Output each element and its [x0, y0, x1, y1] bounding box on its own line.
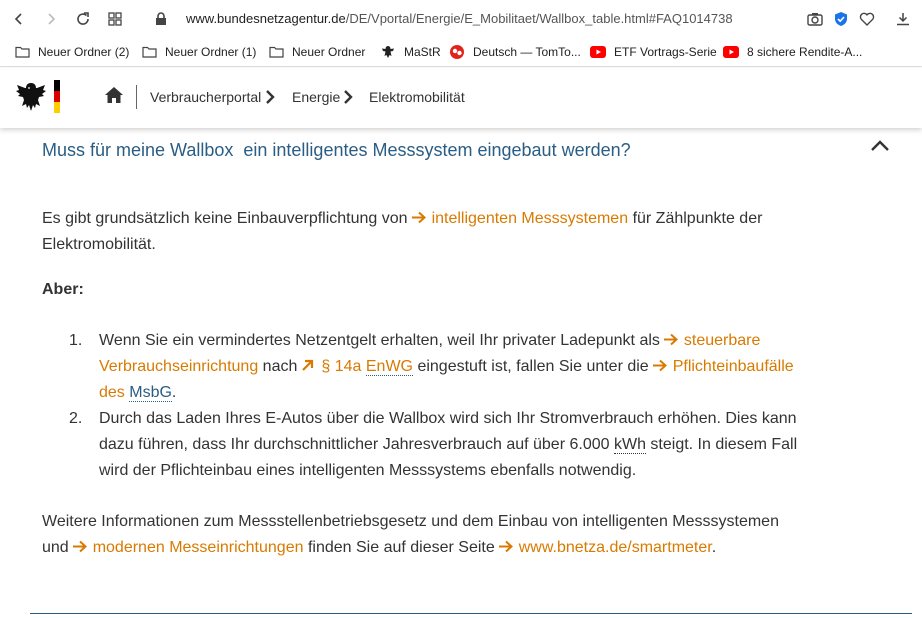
screenshot-button[interactable] — [804, 8, 826, 30]
link-paragraph-14a[interactable]: § 14a — [321, 358, 361, 375]
text: . — [711, 539, 717, 556]
bookmark-folder-1[interactable]: Neuer Ordner (1) — [141, 43, 256, 61]
camera-icon — [807, 13, 823, 26]
extension-button[interactable] — [830, 8, 852, 30]
text: steigt. In diesem Fall — [650, 436, 798, 453]
text: und — [42, 539, 69, 556]
text: Wenn Sie ein vermindertes Netzentgelt er… — [99, 332, 660, 349]
text: dazu führen, dass Ihr durchschnittlicher… — [99, 436, 610, 453]
reload-icon — [77, 12, 89, 25]
bookmark-label: ETF Vortrags-Serie — [614, 45, 717, 59]
bookmark-mastr[interactable]: MaStR — [380, 43, 441, 61]
folder-icon — [141, 44, 157, 60]
bookmark-label: Neuer Ordner (1) — [165, 45, 257, 59]
lock-icon — [156, 12, 166, 25]
obligation-list: 1. Wenn Sie ein vermindertes Netzentgelt… — [42, 328, 842, 484]
breadcrumb-elektromobilitaet: Elektromobilität — [369, 89, 465, 105]
link-moderne-messeinrichtungen[interactable]: modernen Messeinrichtungen — [93, 539, 304, 556]
aber-heading: Aber: — [42, 281, 84, 298]
bookmark-label: Deutsch — TomTo... — [473, 45, 581, 59]
tomtom-icon — [449, 44, 465, 60]
folder-icon — [268, 44, 284, 60]
bookmark-label: Neuer Ordner — [292, 45, 366, 59]
forward-button[interactable] — [40, 8, 62, 30]
bookmark-label: MaStR — [404, 45, 441, 59]
link-steuerbare-verbrauchseinrichtung[interactable]: steuerbare — [684, 332, 761, 349]
chevron-up-icon[interactable] — [870, 139, 890, 153]
faq-question-title[interactable]: Muss für meine Wallbox ein intelligentes… — [42, 140, 631, 161]
text: Elektromobilität. — [42, 236, 156, 253]
federal-eagle-icon[interactable] — [14, 80, 48, 114]
bookmark-folder-2[interactable]: Neuer Ordner (2) — [14, 43, 129, 61]
text: Es gibt grundsätzlich keine Einbauverpfl… — [42, 210, 408, 227]
list-number: 2. — [69, 410, 83, 427]
chevron-right-icon — [266, 90, 275, 104]
youtube-icon — [723, 44, 739, 60]
text: wird der Pflichteinbau eines intelligent… — [99, 462, 637, 479]
abbr-kwh: kWh — [613, 436, 646, 454]
grid-icon — [108, 12, 122, 26]
text: eingestuft ist, fallen Sie unter die — [417, 358, 649, 375]
favorite-button[interactable] — [856, 8, 878, 30]
url-host: www.bundesnetzagentur.de — [186, 11, 346, 26]
list-item: 1. Wenn Sie ein vermindertes Netzentgelt… — [42, 328, 842, 406]
heart-icon — [859, 12, 875, 26]
forward-arrow-icon — [48, 13, 56, 25]
text: für Zählpunkte der — [632, 210, 763, 227]
text: finden Sie auf dieser Seite — [307, 539, 495, 556]
external-link-arrow-icon — [302, 359, 314, 371]
arrow-right-icon — [411, 211, 426, 224]
site-header: Verbraucherportal Energie Elektromobilit… — [0, 68, 922, 128]
bookmark-folder[interactable]: Neuer Ordner — [268, 43, 365, 61]
list-number: 1. — [69, 332, 83, 349]
folder-icon — [14, 44, 30, 60]
faq-paragraph-3: Weitere Informationen zum Messstellenbet… — [42, 509, 842, 561]
home-button[interactable] — [104, 86, 126, 106]
chevron-right-icon — [344, 90, 353, 104]
link-pflichteinbaufaelle[interactable]: des — [99, 384, 125, 401]
bookmark-etf[interactable]: ETF Vortrags-Serie — [590, 43, 717, 61]
arrow-right-icon — [72, 540, 87, 553]
link-enwg[interactable]: EnWG — [365, 358, 413, 376]
youtube-icon — [590, 44, 606, 60]
bookmark-rendite[interactable]: 8 sichere Rendite-A... — [723, 43, 862, 61]
breadcrumb-energie[interactable]: Energie — [292, 89, 340, 105]
arrow-right-icon — [663, 333, 678, 346]
site-lock[interactable] — [150, 8, 172, 30]
reload-button[interactable] — [72, 8, 94, 30]
tabs-button[interactable] — [104, 8, 126, 30]
link-msbg[interactable]: MsbG — [129, 384, 172, 402]
arrow-right-icon — [652, 359, 667, 372]
breadcrumb-divider — [136, 85, 137, 109]
bookmark-label: Neuer Ordner (2) — [38, 45, 130, 59]
eagle-icon — [380, 44, 396, 60]
link-bnetza-smartmeter[interactable]: www.bnetza.de/smartmeter — [519, 539, 712, 556]
text: Durch das Laden Ihres E-Autos über die W… — [99, 410, 797, 427]
back-button[interactable] — [8, 8, 30, 30]
text: . — [171, 384, 177, 401]
shield-check-icon — [835, 12, 847, 26]
faq-paragraph-1: Es gibt grundsätzlich keine Einbauverpfl… — [42, 206, 842, 258]
german-flag-icon — [54, 80, 60, 113]
download-icon — [897, 13, 909, 26]
home-icon — [105, 87, 123, 103]
bookmark-tomtom[interactable]: Deutsch — TomTo... — [449, 43, 581, 61]
breadcrumb-verbraucherportal[interactable]: Verbraucherportal — [150, 89, 261, 105]
bookmark-label: 8 sichere Rendite-A... — [747, 45, 863, 59]
arrow-right-icon — [498, 540, 513, 553]
browser-toolbar: www.bundesnetzagentur.de/DE/Vportal/Ener… — [0, 0, 922, 37]
address-bar[interactable]: www.bundesnetzagentur.de/DE/Vportal/Ener… — [186, 11, 733, 26]
url-path: /DE/Vportal/Energie/E_Mobilitaet/Wallbox… — [345, 11, 733, 26]
text: Weitere Informationen zum Messstellenbet… — [42, 513, 779, 530]
link-steuerbare-verbrauchseinrichtung[interactable]: Verbrauchseinrichtung — [99, 358, 258, 375]
link-intelligente-messsysteme[interactable]: intelligenten Messsystemen — [432, 210, 629, 227]
section-divider — [30, 613, 912, 614]
back-arrow-icon — [14, 13, 22, 25]
text: nach — [262, 358, 298, 375]
link-pflichteinbaufaelle[interactable]: Pflichteinbaufälle — [673, 358, 794, 375]
bookmarks-bar: Neuer Ordner (2) Neuer Ordner (1) Neuer … — [0, 37, 922, 67]
list-item: 2. Durch das Laden Ihres E-Autos über di… — [42, 406, 842, 484]
downloads-button[interactable] — [892, 8, 914, 30]
